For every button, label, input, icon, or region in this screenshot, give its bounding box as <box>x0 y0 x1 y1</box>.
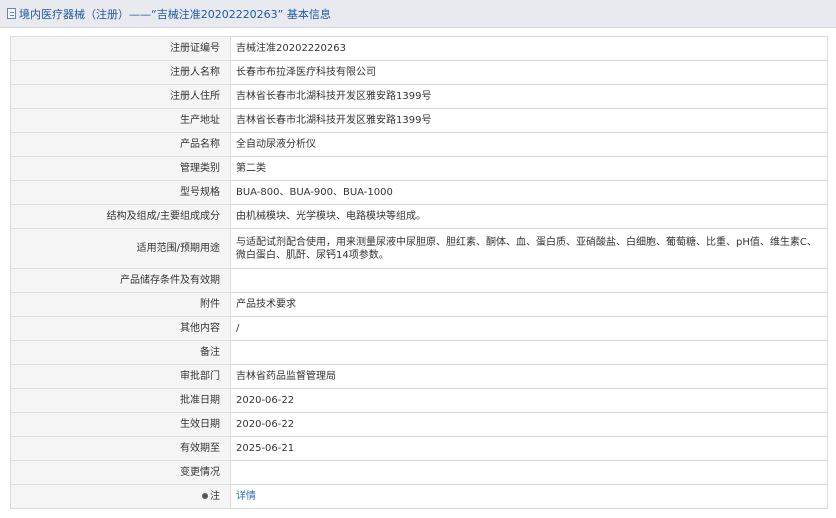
row-value: 产品技术要求 <box>230 292 828 317</box>
row-value: 长春市布拉泽医疗科技有限公司 <box>230 60 828 85</box>
note-label: 注 <box>210 491 220 502</box>
table-row: 注册证编号 吉械注准20202220263 <box>10 36 828 61</box>
row-value: 2020-06-22 <box>230 388 828 413</box>
bulb-icon <box>202 493 208 499</box>
table-row: 其他内容 / <box>10 316 828 341</box>
table-row: 产品储存条件及有效期 <box>10 268 828 293</box>
page-title-bar: 境内医疗器械（注册）——“吉械注准20202220263” 基本信息 <box>0 0 836 28</box>
row-label: 备注 <box>10 340 231 365</box>
row-value <box>230 340 828 365</box>
row-value: 吉林省长春市北湖科技开发区雅安路1399号 <box>230 108 828 133</box>
table-row: 型号规格 BUA-800、BUA-900、BUA-1000 <box>10 180 828 205</box>
row-value: 2020-06-22 <box>230 412 828 437</box>
row-value: 2025-06-21 <box>230 436 828 461</box>
row-label: 生效日期 <box>10 412 231 437</box>
row-label: 管理类别 <box>10 156 231 181</box>
table-row: 管理类别 第二类 <box>10 156 828 181</box>
table-row: 变更情况 <box>10 460 828 485</box>
row-value: / <box>230 316 828 341</box>
row-label: 生产地址 <box>10 108 231 133</box>
document-icon <box>7 8 16 19</box>
row-value: 与适配试剂配合使用，用来测量尿液中尿胆原、胆红素、酮体、血、蛋白质、亚硝酸盐、白… <box>230 228 828 269</box>
table-row: 审批部门 吉林省药品监督管理局 <box>10 364 828 389</box>
row-label: 注册人住所 <box>10 84 231 109</box>
table-row: 生产地址 吉林省长春市北湖科技开发区雅安路1399号 <box>10 108 828 133</box>
row-value <box>230 460 828 485</box>
row-label: 注册证编号 <box>10 36 231 61</box>
table-row: 注册人住所 吉林省长春市北湖科技开发区雅安路1399号 <box>10 84 828 109</box>
table-row: 有效期至 2025-06-21 <box>10 436 828 461</box>
row-label: 审批部门 <box>10 364 231 389</box>
table-row: 备注 <box>10 340 828 365</box>
row-label: 结构及组成/主要组成成分 <box>10 204 231 229</box>
row-label: 产品名称 <box>10 132 231 157</box>
row-label: 变更情况 <box>10 460 231 485</box>
row-value: BUA-800、BUA-900、BUA-1000 <box>230 180 828 205</box>
table-row-note: 注 详情 <box>10 484 828 509</box>
row-label: 有效期至 <box>10 436 231 461</box>
row-label: 附件 <box>10 292 231 317</box>
row-label: 批准日期 <box>10 388 231 413</box>
table-row: 适用范围/预期用途 与适配试剂配合使用，用来测量尿液中尿胆原、胆红素、酮体、血、… <box>10 228 828 269</box>
info-table: 注册证编号 吉械注准20202220263 注册人名称 长春市布拉泽医疗科技有限… <box>10 36 828 509</box>
note-label-cell: 注 <box>10 484 231 509</box>
row-value: 吉林省药品监督管理局 <box>230 364 828 389</box>
row-label: 型号规格 <box>10 180 231 205</box>
table-row: 注册人名称 长春市布拉泽医疗科技有限公司 <box>10 60 828 85</box>
table-row: 产品名称 全自动尿液分析仪 <box>10 132 828 157</box>
page-title: 境内医疗器械（注册）——“吉械注准20202220263” 基本信息 <box>19 7 331 21</box>
row-label: 产品储存条件及有效期 <box>10 268 231 293</box>
row-value: 吉林省长春市北湖科技开发区雅安路1399号 <box>230 84 828 109</box>
table-row: 附件 产品技术要求 <box>10 292 828 317</box>
table-row: 生效日期 2020-06-22 <box>10 412 828 437</box>
row-value: 全自动尿液分析仪 <box>230 132 828 157</box>
table-row: 结构及组成/主要组成成分 由机械模块、光学模块、电路模块等组成。 <box>10 204 828 229</box>
row-value <box>230 268 828 293</box>
row-label: 适用范围/预期用途 <box>10 228 231 269</box>
row-label: 注册人名称 <box>10 60 231 85</box>
row-value: 第二类 <box>230 156 828 181</box>
table-row: 批准日期 2020-06-22 <box>10 388 828 413</box>
row-value: 吉械注准20202220263 <box>230 36 828 61</box>
row-label: 其他内容 <box>10 316 231 341</box>
row-value: 由机械模块、光学模块、电路模块等组成。 <box>230 204 828 229</box>
note-value-cell: 详情 <box>230 484 828 509</box>
details-link[interactable]: 详情 <box>236 491 256 502</box>
